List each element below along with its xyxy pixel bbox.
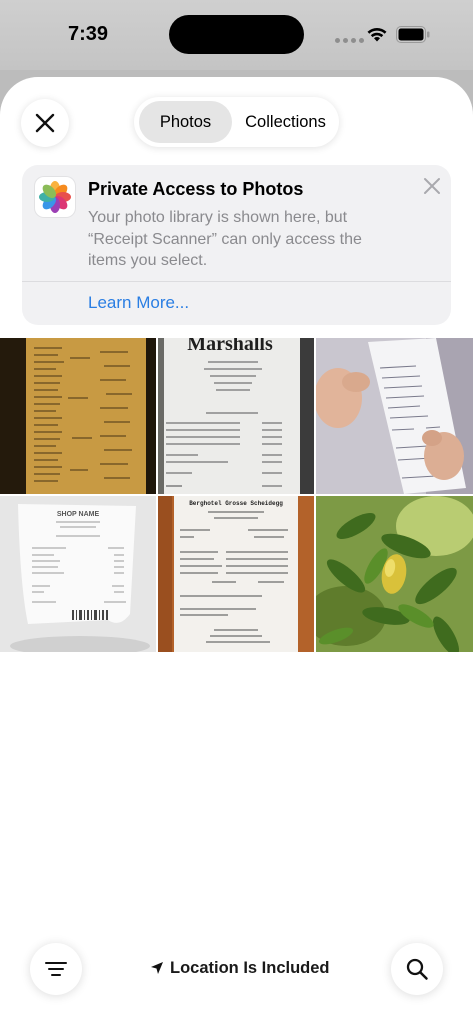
dynamic-island [169, 15, 304, 54]
banner-dismiss-button[interactable] [423, 177, 441, 195]
learn-more-link[interactable]: Learn More... [88, 293, 189, 313]
photo-thumbnail[interactable]: Berghotel Grosse Scheidegg [158, 496, 314, 652]
photo-thumbnail[interactable]: SHOP NAME [0, 496, 156, 652]
search-button[interactable] [391, 943, 443, 995]
divider [22, 281, 451, 282]
filter-button[interactable] [30, 943, 82, 995]
cellular-signal-icon [335, 38, 364, 43]
wifi-icon [367, 28, 387, 42]
photo-receipt-header: Berghotel Grosse Scheidegg [189, 500, 283, 507]
private-access-banner: Private Access to Photos Your photo libr… [22, 165, 451, 325]
photos-app-icon [35, 177, 75, 217]
battery-icon [396, 26, 430, 43]
photo-grid: Marshalls SHOP NAME Berghotel Grosse Sch… [0, 338, 473, 652]
bottom-toolbar: Location Is Included [0, 941, 473, 1001]
tab-photos[interactable]: Photos [139, 101, 232, 143]
photo-thumbnail[interactable]: Marshalls [158, 338, 314, 494]
photo-thumbnail[interactable] [0, 338, 156, 494]
photo-thumbnail[interactable] [316, 496, 473, 652]
status-time: 7:39 [68, 23, 109, 45]
photo-receipt-header: Marshalls [187, 338, 273, 355]
search-icon [406, 958, 428, 980]
status-bar: 7:39 [0, 0, 473, 70]
close-button[interactable] [21, 99, 69, 147]
photo-thumbnail[interactable] [316, 338, 473, 494]
tab-collections[interactable]: Collections [236, 101, 335, 143]
banner-title: Private Access to Photos [88, 179, 304, 199]
close-icon [35, 113, 55, 133]
filter-icon [45, 962, 67, 976]
photo-picker-sheet: Photos Collections Private Access to Pho… [0, 77, 473, 1024]
location-arrow-icon [151, 962, 163, 974]
location-label: Location Is Included [170, 958, 330, 977]
photo-receipt-header: SHOP NAME [57, 511, 100, 518]
location-toggle[interactable]: Location Is Included [150, 957, 330, 979]
banner-body: Your photo library is shown here, but “R… [88, 209, 362, 269]
source-segmented-control: Photos Collections [134, 97, 339, 147]
